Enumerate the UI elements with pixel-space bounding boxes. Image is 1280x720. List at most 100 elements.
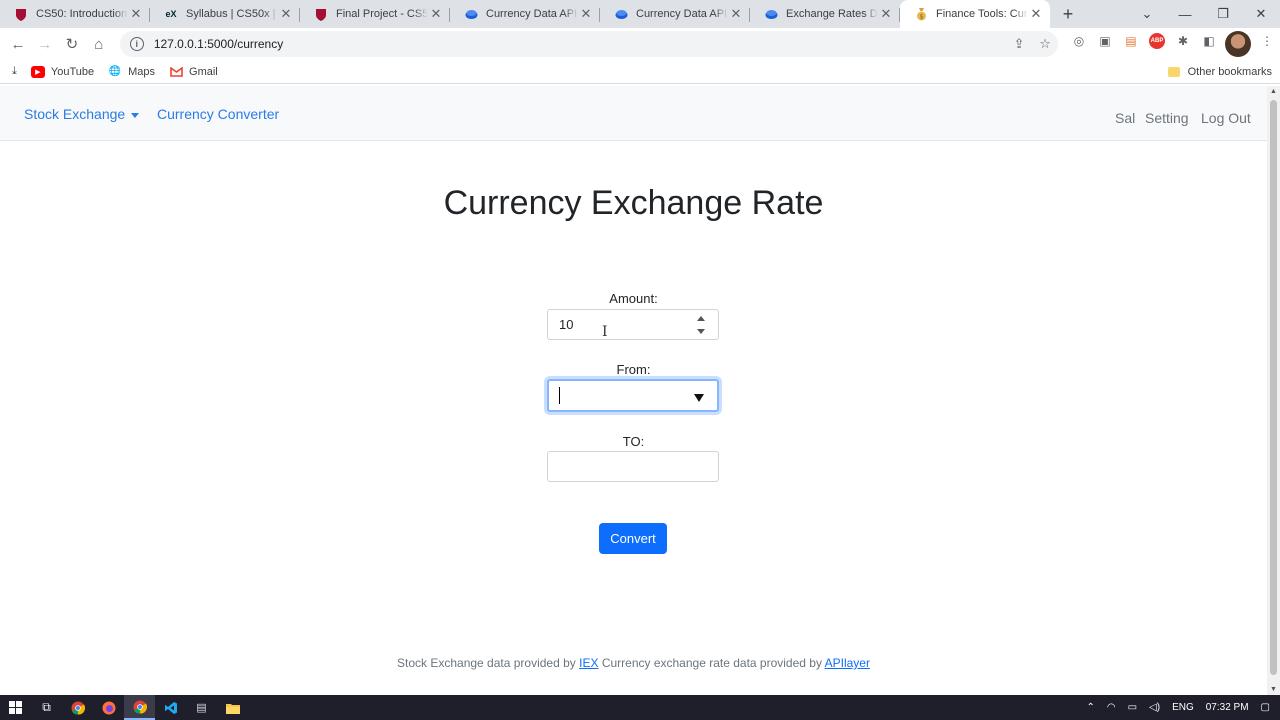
scroll-down-icon[interactable]: ▼ — [1267, 686, 1280, 693]
back-arrow-icon[interactable]: ← — [5, 31, 31, 57]
close-icon[interactable]: ✕ — [878, 6, 894, 22]
minimize-icon[interactable]: — — [1166, 0, 1204, 28]
wifi-icon[interactable]: ◠ — [1107, 702, 1116, 713]
bookmark-label: Maps — [128, 65, 156, 78]
bookmarks-bar: ⤓ ▶ YouTube 🌐 Maps Gmail Other bookmarks — [0, 60, 1280, 84]
extension-color-icon[interactable]: ▤ — [1118, 28, 1144, 54]
tab-title: CS50: Introduction to — [36, 8, 128, 20]
volume-icon[interactable]: ◁) — [1149, 702, 1160, 713]
bookmark-label: Gmail — [189, 65, 218, 78]
setting-link[interactable]: Setting — [1145, 110, 1189, 126]
edx-icon: eX — [165, 9, 177, 19]
harvard-shield-icon — [314, 7, 328, 21]
close-icon[interactable]: ✕ — [1028, 6, 1044, 22]
apilayer-icon — [764, 7, 778, 21]
language-indicator[interactable]: ENG — [1172, 702, 1194, 713]
download-icon[interactable]: ⤓ — [12, 65, 17, 78]
user-link[interactable]: Sal — [1115, 110, 1135, 126]
footer-text-stock: Stock Exchange data provided by — [397, 656, 576, 670]
currency-converter-link[interactable]: Currency Converter — [157, 106, 279, 122]
browser-tab[interactable]: CS50: Introduction to ✕ — [0, 0, 150, 28]
close-icon[interactable]: ✕ — [128, 6, 144, 22]
amount-input[interactable]: 10 — [547, 309, 719, 340]
url-text: 127.0.0.1:5000/currency — [153, 37, 284, 51]
browser-tab-active[interactable]: $ Finance Tools: Curren ✕ — [900, 0, 1050, 28]
reload-icon[interactable]: ↻ — [59, 31, 85, 57]
iex-link[interactable]: IEX — [579, 656, 598, 670]
tab-title: Final Project - CS50x — [336, 8, 428, 20]
close-icon[interactable]: ✕ — [428, 6, 444, 22]
close-icon[interactable]: ✕ — [578, 6, 594, 22]
app-icon[interactable]: ▤ — [186, 695, 217, 720]
apilayer-link[interactable]: APIlayer — [825, 656, 870, 670]
to-input[interactable] — [547, 451, 719, 482]
close-icon[interactable]: ✕ — [728, 6, 744, 22]
extensions-puzzle-icon[interactable]: ✱ — [1170, 28, 1196, 54]
close-window-icon[interactable]: ✕ — [1242, 0, 1280, 28]
profile-avatar[interactable] — [1225, 31, 1252, 57]
task-view-icon[interactable]: ⧉ — [31, 695, 62, 720]
scrollbar-thumb[interactable] — [1270, 100, 1277, 675]
to-label: TO: — [622, 434, 645, 449]
dropdown-arrow-icon[interactable] — [694, 394, 704, 402]
apilayer-icon — [614, 7, 628, 21]
home-icon[interactable]: ⌂ — [86, 31, 112, 57]
battery-icon[interactable]: ▭ — [1128, 702, 1137, 713]
stock-exchange-dropdown[interactable]: Stock Exchange — [24, 106, 140, 122]
text-cursor-icon: I — [602, 324, 608, 340]
extension-icon[interactable]: ◎ — [1066, 28, 1092, 54]
apilayer-icon — [464, 7, 478, 21]
browser-tab[interactable]: Final Project - CS50x ✕ — [300, 0, 450, 28]
clock[interactable]: 07:32 PM — [1206, 702, 1249, 713]
scroll-up-icon[interactable]: ▲ — [1267, 88, 1280, 95]
number-spinner[interactable] — [696, 316, 706, 334]
from-select[interactable] — [547, 379, 719, 412]
menu-kebab-icon[interactable]: ⋮ — [1254, 28, 1280, 54]
vscode-icon[interactable] — [155, 695, 186, 720]
picture-in-picture-icon[interactable]: ▣ — [1092, 28, 1118, 54]
browser-tab[interactable]: Exchange Rates Data ✕ — [750, 0, 900, 28]
start-button[interactable] — [0, 695, 31, 720]
tab-title: Currency Data API - A — [636, 8, 728, 20]
convert-button[interactable]: Convert — [599, 523, 667, 554]
tab-search-chevron-icon[interactable]: ⌄ — [1128, 0, 1166, 28]
bookmark-star-icon[interactable]: ☆ — [1032, 36, 1058, 52]
browser-tab[interactable]: Currency Data API - A ✕ — [600, 0, 750, 28]
other-bookmarks-label: Other bookmarks — [1187, 65, 1272, 78]
bookmark-youtube[interactable]: ▶ YouTube — [30, 65, 94, 78]
windows-logo-icon — [9, 701, 22, 714]
logout-link[interactable]: Log Out — [1201, 110, 1251, 126]
side-panel-icon[interactable]: ◧ — [1196, 28, 1222, 54]
browser-tab-strip: CS50: Introduction to ✕ eX Syllabus | CS… — [0, 0, 1280, 28]
browser-tab[interactable]: Currency Data API - A ✕ — [450, 0, 600, 28]
tab-title: Currency Data API - A — [486, 8, 578, 20]
notification-icon[interactable]: ▢ — [1261, 702, 1270, 713]
restore-icon[interactable]: ❐ — [1204, 0, 1242, 28]
bookmark-gmail[interactable]: Gmail — [169, 66, 218, 78]
chrome-active-icon[interactable] — [124, 695, 155, 720]
page-scrollbar[interactable]: ▲ ▼ — [1267, 86, 1280, 695]
file-explorer-icon[interactable] — [217, 695, 248, 720]
address-bar[interactable]: i 127.0.0.1:5000/currency ⇪ ☆ — [119, 31, 1059, 57]
text-caret — [559, 387, 560, 404]
harvard-shield-icon — [14, 7, 28, 21]
tab-title: Finance Tools: Curren — [936, 8, 1028, 20]
browser-tab[interactable]: eX Syllabus | CS50x | edX ✕ — [150, 0, 300, 28]
site-navbar: Stock Exchange Currency Converter Sal Se… — [0, 86, 1267, 141]
firefox-icon[interactable] — [93, 695, 124, 720]
amount-label: Amount: — [609, 291, 658, 306]
other-bookmarks[interactable]: Other bookmarks — [1167, 65, 1272, 78]
bookmark-maps[interactable]: 🌐 Maps — [108, 66, 155, 78]
close-icon[interactable]: ✕ — [278, 6, 294, 22]
adblock-icon[interactable]: ABP — [1144, 28, 1170, 54]
system-tray: ⌃ ◠ ▭ ◁) ENG 07:32 PM ▢ — [1080, 695, 1280, 720]
new-tab-button[interactable]: + — [1050, 0, 1086, 28]
chrome-icon[interactable] — [62, 695, 93, 720]
forward-arrow-icon[interactable]: → — [32, 31, 58, 57]
money-bag-icon: $ — [914, 7, 928, 21]
share-icon[interactable]: ⇪ — [1006, 36, 1032, 52]
chevron-up-icon[interactable]: ⌃ — [1086, 702, 1094, 713]
site-info-icon[interactable]: i — [129, 37, 144, 51]
stock-exchange-label: Stock Exchange — [24, 106, 126, 122]
page-footer: Stock Exchange data provided by IEX Curr… — [0, 656, 1267, 670]
